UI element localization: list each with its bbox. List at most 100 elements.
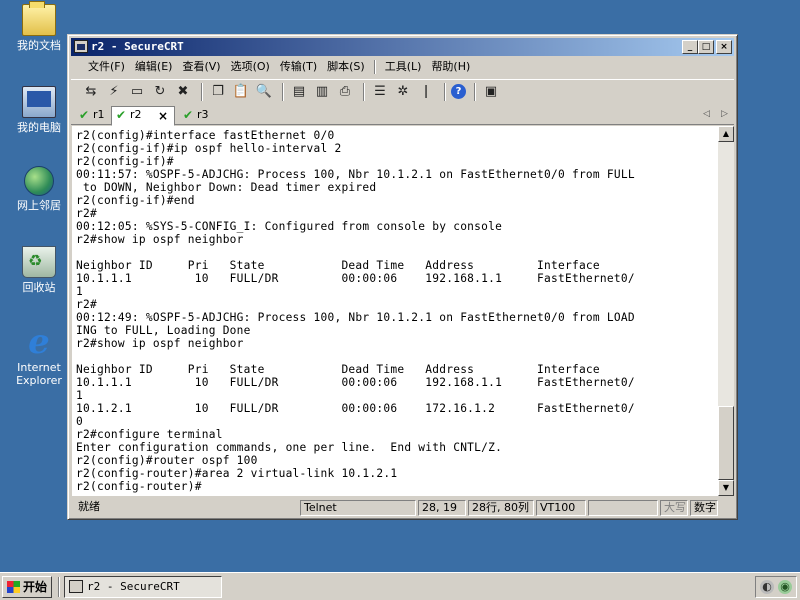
tab-r2[interactable]: ✔ r2 × xyxy=(111,106,175,126)
terminal-line: r2(config-router)# xyxy=(76,480,202,493)
print-selection-icon[interactable]: ▥ xyxy=(312,83,332,101)
terminal-line: r2#show ip ospf neighbor xyxy=(76,233,244,246)
keymap-icon[interactable]: ǀ xyxy=(416,83,436,101)
terminal-line: r2#show ip ospf neighbor xyxy=(76,337,244,350)
menu-file[interactable]: 文件(F) xyxy=(83,58,130,76)
toolbar-separator xyxy=(363,82,365,101)
connect-icon[interactable]: ⇆ xyxy=(81,83,101,101)
scroll-up-icon[interactable]: ▲ xyxy=(718,126,734,142)
terminal-line: to DOWN, Neighbor Down: Dead timer expir… xyxy=(76,181,377,194)
quick-connect-icon[interactable]: ⚡ xyxy=(104,83,124,101)
terminal-line: r2# xyxy=(76,298,97,311)
session-tabs: ✔ r1 ✔ r2 × ✔ r3 ◁ ▷ xyxy=(71,105,734,126)
terminal-line: Enter configuration commands, one per li… xyxy=(76,441,503,454)
status-terminal-size: 28行, 80列 xyxy=(468,500,534,516)
terminal-line: 10.1.2.1 10 FULL/DR 00:00:06 172.16.1.2 … xyxy=(76,402,635,415)
terminal-output[interactable]: r2(config)#interface fastEthernet 0/0 r2(… xyxy=(72,126,718,496)
terminal-scrollbar[interactable]: ▲ ▼ xyxy=(718,126,734,496)
toolbar-separator xyxy=(282,82,284,101)
desktop-icon-my-computer[interactable]: 我的电脑 xyxy=(8,86,70,134)
network-places-icon xyxy=(24,166,54,196)
menu-transfer[interactable]: 传输(T) xyxy=(275,58,322,76)
desktop-icon-my-documents[interactable]: 我的文档 xyxy=(8,1,70,52)
terminal-line: r2(config-if)# xyxy=(76,155,174,168)
status-cursor-position: 28, 19 xyxy=(418,500,466,516)
terminal-line: 0 xyxy=(76,415,83,428)
desktop-icon-network-places[interactable]: 网上邻居 xyxy=(8,166,70,212)
menu-bar: 文件(F) 编辑(E) 查看(V) 选项(O) 传输(T) 脚本(S) 工具(L… xyxy=(71,57,734,77)
print-screen-icon[interactable]: ▤ xyxy=(289,83,309,101)
sftp-icon[interactable]: ▣ xyxy=(481,83,501,101)
close-tab-icon[interactable]: × xyxy=(158,108,168,124)
desktop-icon-label: Internet xyxy=(17,361,61,374)
tab-scroll-right-icon[interactable]: ▷ xyxy=(721,109,728,119)
window-titlebar[interactable]: r2 - SecureCRT _ □ × xyxy=(71,38,734,56)
menu-view[interactable]: 查看(V) xyxy=(177,58,225,76)
status-blank xyxy=(588,500,658,516)
terminal-line: r2(config-if)#ip ospf hello-interval 2 xyxy=(76,142,342,155)
session-options-icon[interactable]: ☰ xyxy=(370,83,390,101)
global-options-icon[interactable]: ✲ xyxy=(393,83,413,101)
paste-icon[interactable]: 📋 xyxy=(231,83,251,101)
desktop-icon-internet-explorer[interactable]: e Internet Explorer xyxy=(8,325,70,387)
taskbar-task-title: r2 - SecureCRT xyxy=(87,580,180,593)
desktop-icon-recycle-bin[interactable]: 回收站 xyxy=(8,246,70,294)
start-button[interactable]: 开始 xyxy=(2,576,52,598)
close-button[interactable]: × xyxy=(716,40,732,54)
status-num-lock: 数字 xyxy=(690,500,718,516)
menu-options[interactable]: 选项(O) xyxy=(226,58,275,76)
terminal-line: r2# xyxy=(76,207,97,220)
windows-flag-icon xyxy=(7,581,20,593)
connected-check-icon: ✔ xyxy=(79,108,90,122)
securecrt-app-icon[interactable] xyxy=(74,40,88,53)
status-ready: 就绪 xyxy=(78,500,100,513)
taskbar-securecrt-button[interactable]: r2 - SecureCRT xyxy=(64,576,222,598)
menu-tools[interactable]: 工具(L) xyxy=(380,58,427,76)
menu-script[interactable]: 脚本(S) xyxy=(322,58,370,76)
terminal-line: 1 xyxy=(76,285,83,298)
start-label: 开始 xyxy=(23,580,48,594)
taskbar-separator xyxy=(58,577,60,597)
tab-scroll-left-icon[interactable]: ◁ xyxy=(703,109,710,119)
connect-in-tab-icon[interactable]: ▭ xyxy=(127,83,147,101)
terminal-line: Neighbor ID Pri State Dead Time Address … xyxy=(76,363,600,376)
tab-label: r2 xyxy=(130,108,142,121)
find-icon[interactable]: 🔍 xyxy=(254,83,274,101)
desktop-icon-label: 网上邻居 xyxy=(17,199,61,212)
copy-icon[interactable]: ❐ xyxy=(208,83,228,101)
status-bar: 就绪 Telnet 28, 19 28行, 80列 VT100 大写 数字 xyxy=(71,499,734,517)
tab-r3[interactable]: ✔ r3 xyxy=(179,107,213,125)
terminal-line: Neighbor ID Pri State Dead Time Address … xyxy=(76,259,600,272)
toolbar: ⇆ ⚡ ▭ ↻ ✖ ❐ 📋 🔍 ▤ ▥ ⎙ ☰ ✲ ǀ ? ▣ xyxy=(71,79,734,103)
tab-r1[interactable]: ✔ r1 xyxy=(75,107,109,125)
print-icon[interactable]: ⎙ xyxy=(335,83,355,101)
menu-edit[interactable]: 编辑(E) xyxy=(130,58,178,76)
terminal-line: r2(config-router)#area 2 virtual-link 10… xyxy=(76,467,398,480)
menu-help[interactable]: 帮助(H) xyxy=(426,58,475,76)
maximize-button[interactable]: □ xyxy=(698,40,714,54)
connected-check-icon: ✔ xyxy=(183,108,194,122)
desktop-icon-label: 我的文档 xyxy=(17,39,61,52)
scroll-down-icon[interactable]: ▼ xyxy=(718,480,734,496)
connected-check-icon: ✔ xyxy=(116,108,127,122)
volume-icon[interactable]: ◐ xyxy=(760,580,774,594)
disconnect-icon[interactable]: ✖ xyxy=(173,83,193,101)
taskbar: 开始 r2 - SecureCRT ◐ ◉ xyxy=(0,572,800,600)
terminal-line: r2(config-if)#end xyxy=(76,194,195,207)
desktop-icon-label: 我的电脑 xyxy=(17,121,61,134)
desktop-icon-label: Explorer xyxy=(16,374,62,387)
window-title: r2 - SecureCRT xyxy=(91,40,184,53)
terminal-line: 00:12:49: %OSPF-5-ADJCHG: Process 100, N… xyxy=(76,311,635,324)
scroll-thumb[interactable] xyxy=(718,406,734,480)
help-icon[interactable]: ? xyxy=(451,84,466,99)
terminal-line: r2(config)#router ospf 100 xyxy=(76,454,258,467)
network-status-icon[interactable]: ◉ xyxy=(778,580,792,594)
desktop-icon-label: 回收站 xyxy=(22,281,56,294)
minimize-button[interactable]: _ xyxy=(682,40,698,54)
reconnect-icon[interactable]: ↻ xyxy=(150,83,170,101)
tab-label: r1 xyxy=(93,108,105,121)
terminal-line: 10.1.1.1 10 FULL/DR 00:00:06 192.168.1.1… xyxy=(76,376,635,389)
status-protocol: Telnet xyxy=(300,500,416,516)
terminal-line: 00:12:05: %SYS-5-CONFIG_I: Configured fr… xyxy=(76,220,503,233)
